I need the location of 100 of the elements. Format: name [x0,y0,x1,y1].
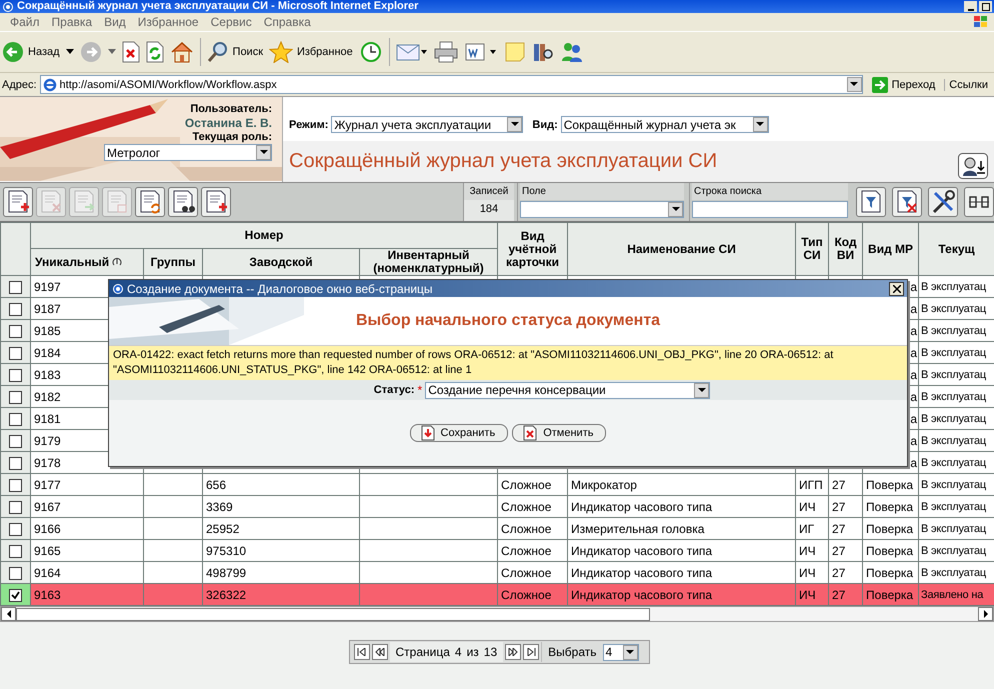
table-cell: В эксплуатац [921,302,986,314]
scroll-right-button[interactable] [978,607,993,621]
table-cell: 3369 [206,500,233,514]
menu-item[interactable]: Сервис [206,15,260,29]
menu-item[interactable]: Файл [6,15,48,29]
table-cell: а [910,280,918,294]
go-button[interactable]: Переход [866,76,942,92]
table-cell: 9163 [34,588,61,602]
save-button[interactable]: Сохранить [410,424,508,442]
first-icon [357,648,366,656]
refresh-icon[interactable] [146,41,164,63]
row-checkbox[interactable] [9,456,22,470]
table-cell: 27 [832,478,846,492]
role-select[interactable]: Метролог [104,144,272,161]
close-button[interactable] [889,282,904,296]
table-cell: Сложное [501,478,552,492]
table-cell: 9184 [34,346,61,360]
go-arrow-icon [872,76,888,92]
row-checkbox[interactable] [9,346,22,360]
printer-icon[interactable] [434,41,458,63]
links-button[interactable]: Ссылки [944,78,992,90]
menu-item[interactable]: Справка [260,15,319,29]
word-icon[interactable] [464,41,498,63]
star-icon [269,41,294,63]
stop-icon[interactable] [122,41,140,63]
user-name: Останина Е. В. [184,116,272,130]
toolbar-button[interactable] [168,187,198,217]
status-label: Статус: [374,384,415,396]
page-select[interactable]: 4 [602,644,638,660]
status-select[interactable]: Создание перечня консервации [425,382,710,398]
toolbar-button[interactable] [3,187,33,217]
home-icon[interactable] [170,41,194,63]
row-checkbox[interactable] [9,434,22,448]
filter-select[interactable]: Сокращённый журнал учета эк [560,116,769,133]
last-page-button[interactable] [523,644,540,660]
row-checkbox[interactable] [9,324,22,338]
role-label: Текущая роль: [192,131,272,143]
column-header: Номер [244,228,284,242]
search-button[interactable]: Поиск [206,41,264,63]
required-mark: * [418,383,422,397]
row-checkbox[interactable] [9,478,22,492]
last-icon [526,648,536,656]
row-checkbox[interactable] [9,412,22,426]
table-cell: а [910,456,918,470]
table-cell: Измерительная головка [571,522,704,536]
table-cell: ИГ [799,522,814,536]
horizontal-scrollbar[interactable] [0,606,994,622]
back-button[interactable]: Назад [2,41,60,63]
row-checkbox[interactable] [9,588,22,602]
filter-label: Вид: [532,118,558,130]
menu-item[interactable]: Избранное [134,15,207,29]
table-cell: ИЧ [799,544,816,558]
row-checkbox[interactable] [9,566,22,580]
download-icon [420,425,435,441]
next-page-button[interactable] [505,644,522,660]
table-cell: Индикатор часового типа [571,588,712,602]
menu-item[interactable]: Вид [100,15,134,29]
toolbar-button[interactable] [135,187,165,217]
filter-select[interactable]: Журнал учета эксплуатации [331,116,524,133]
table-cell: Индикатор часового типа [571,544,712,558]
row-checkbox[interactable] [9,544,22,558]
search-label: Строка поиска [692,183,848,200]
maximize-button[interactable] [979,1,992,12]
close-icon [892,284,900,292]
scrollbar-thumb[interactable] [16,608,650,620]
row-checkbox[interactable] [9,368,22,382]
first-page-button[interactable] [354,644,370,660]
menu-item[interactable]: Правка [48,15,100,29]
search-field[interactable] [692,201,848,218]
toolbar-button[interactable] [201,187,231,217]
address-label: Адрес: [2,78,37,90]
address-field[interactable]: http://asomi/ASOMI/Workflow/Workflow.aspx [40,75,863,94]
row-checkbox[interactable] [9,522,22,536]
scroll-left-button[interactable] [1,607,16,621]
books-icon[interactable] [532,41,554,63]
user-download-icon[interactable] [958,152,988,178]
row-checkbox[interactable] [9,280,22,294]
toolbar-button[interactable] [964,187,994,217]
toolbar-button[interactable] [856,187,886,217]
people-icon[interactable] [560,41,584,63]
table-cell: 326322 [206,588,246,602]
minimize-button[interactable] [964,1,977,12]
table-cell: 9166 [34,522,61,536]
toolbar-button[interactable] [892,187,922,217]
field-select[interactable] [520,201,684,218]
row-checkbox[interactable] [9,302,22,316]
right-arrow-icon [982,610,988,618]
toolbar-button[interactable] [928,187,958,217]
row-checkbox[interactable] [9,500,22,514]
table-cell: 9165 [34,544,61,558]
row-checkbox[interactable] [9,390,22,404]
page-label: Страница [396,645,450,659]
table-cell: Сложное [501,588,552,602]
table-cell: 975310 [206,544,246,558]
table-cell: В эксплуатац [921,390,986,402]
history-icon[interactable] [358,41,383,63]
previous-page-button[interactable] [372,644,388,660]
sort-icon[interactable] [112,256,122,266]
favorites-button[interactable]: Избранное [269,41,353,63]
cancel-button[interactable]: Отменить [512,424,606,442]
